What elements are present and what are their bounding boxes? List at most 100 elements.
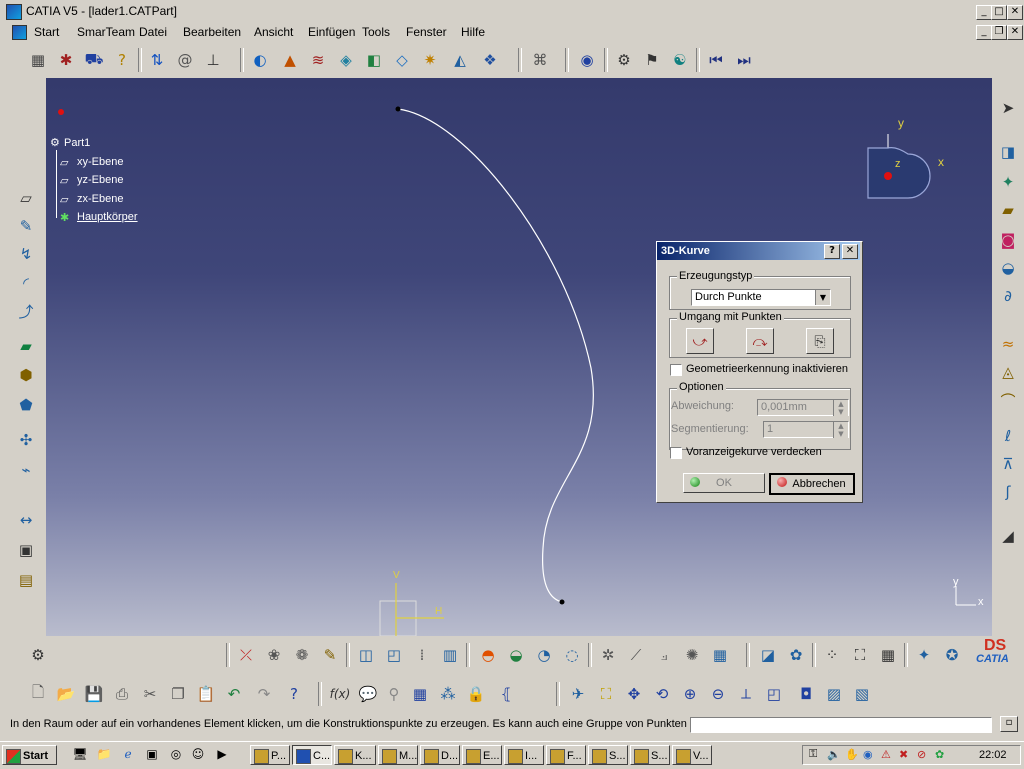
- segmentation-spinner[interactable]: ▲ ▼: [833, 422, 848, 438]
- tray-clock[interactable]: 22:02: [979, 749, 1007, 761]
- view-multi-icon[interactable]: ▥: [438, 643, 462, 667]
- render-style-icon[interactable]: ◘: [794, 682, 818, 706]
- fly-icon[interactable]: ❀: [262, 643, 286, 667]
- save-icon[interactable]: 💾: [82, 682, 106, 706]
- chevron-down-icon[interactable]: ▼: [815, 290, 830, 305]
- fit-all-icon[interactable]: ⛶: [848, 643, 872, 667]
- remove-point-icon[interactable]: ⤼: [746, 328, 774, 354]
- open-folder-icon[interactable]: 📂: [54, 682, 78, 706]
- blend-icon[interactable]: ◧: [362, 48, 386, 72]
- task-s1[interactable]: S...: [588, 745, 628, 765]
- task-d[interactable]: D...: [420, 745, 460, 765]
- corner-icon[interactable]: ⊼: [996, 452, 1020, 476]
- hole-icon[interactable]: ◒: [996, 256, 1020, 280]
- spiral-icon[interactable]: @: [173, 48, 197, 72]
- macro-icon[interactable]: ⦃: [494, 682, 518, 706]
- normal-view-icon[interactable]: ◫: [354, 643, 378, 667]
- deviation-spinner[interactable]: ▲ ▼: [833, 400, 848, 416]
- tree-structure-icon[interactable]: ⁂: [436, 682, 460, 706]
- fillet-icon[interactable]: ≈: [996, 332, 1020, 356]
- curve-end-point[interactable]: [559, 599, 565, 605]
- gear2-icon[interactable]: ✿: [784, 643, 808, 667]
- tree-root[interactable]: Part1: [64, 137, 90, 149]
- task-e[interactable]: E...: [462, 745, 502, 765]
- paint-icon[interactable]: ◢: [996, 524, 1020, 548]
- environment-icon[interactable]: ✪: [940, 643, 964, 667]
- tree-item-xy[interactable]: xy-Ebene: [77, 156, 123, 168]
- offset-icon[interactable]: ◇: [390, 48, 414, 72]
- doc-close-button[interactable]: ✕: [1007, 25, 1023, 40]
- zoom-out-icon[interactable]: ⊖: [706, 682, 730, 706]
- spline-icon[interactable]: ⤴: [14, 299, 38, 323]
- document-icon[interactable]: [12, 25, 27, 40]
- tree-item-yz[interactable]: yz-Ebene: [77, 174, 123, 186]
- hide-show-icon[interactable]: ❁: [290, 643, 314, 667]
- circle-icon[interactable]: ◜: [14, 271, 38, 295]
- fill-icon[interactable]: ◈: [334, 48, 358, 72]
- add-point-icon[interactable]: ⤻: [686, 328, 714, 354]
- curve-start-point[interactable]: [395, 106, 401, 112]
- deviation-field[interactable]: 0,001mm ▲ ▼: [757, 399, 849, 416]
- table-icon[interactable]: ▦: [876, 643, 900, 667]
- analysis-icon[interactable]: ⌘: [528, 48, 552, 72]
- tray-hand-icon[interactable]: ✋: [845, 748, 859, 761]
- extrude-icon[interactable]: ▰: [14, 334, 38, 358]
- sketch-icon[interactable]: ◐: [248, 48, 272, 72]
- comment-icon[interactable]: 💬: [356, 682, 380, 706]
- rule-icon[interactable]: ⚑: [640, 48, 664, 72]
- layers-icon[interactable]: ◪: [756, 643, 780, 667]
- swap-visible-icon[interactable]: ▧: [850, 682, 874, 706]
- inertia-icon[interactable]: ▣: [14, 538, 38, 562]
- lock-icon[interactable]: 🔒: [464, 682, 488, 706]
- chamfer-icon[interactable]: ◬: [996, 360, 1020, 384]
- app-quick3-icon[interactable]: ▶: [212, 744, 232, 764]
- geo-detection-checkbox[interactable]: [670, 364, 682, 376]
- edit-point-icon[interactable]: ⎘: [806, 328, 834, 354]
- sketcher-icon[interactable]: ◨: [996, 140, 1020, 164]
- fit-all-in-icon[interactable]: ⛶: [594, 682, 618, 706]
- body-icon[interactable]: ◉: [575, 48, 599, 72]
- explorer-icon[interactable]: 📁: [94, 744, 114, 764]
- menu-smarteam[interactable]: SmarTeam: [77, 25, 135, 39]
- menu-einfuegen[interactable]: Einfügen: [308, 25, 355, 39]
- swap-icon[interactable]: ✎: [318, 643, 342, 667]
- tray-volume-icon[interactable]: 🔈: [827, 748, 841, 761]
- task-v[interactable]: V...: [672, 745, 712, 765]
- shading-icon[interactable]: ◓: [476, 643, 500, 667]
- catia-app-icon[interactable]: [6, 4, 22, 20]
- knowledge-icon[interactable]: ⚙: [612, 48, 636, 72]
- query-icon[interactable]: ?: [110, 48, 134, 72]
- quick-view-icon[interactable]: ◰: [762, 682, 786, 706]
- tree-item-zx[interactable]: zx-Ebene: [77, 193, 123, 205]
- task-m[interactable]: M...: [378, 745, 418, 765]
- design-table-icon[interactable]: ▦: [408, 682, 432, 706]
- paste-icon[interactable]: 📋: [194, 682, 218, 706]
- doc-minimize-button[interactable]: _: [976, 25, 992, 40]
- constraint-icon[interactable]: ✲: [596, 643, 620, 667]
- grid-icon[interactable]: ▦: [26, 48, 50, 72]
- rotate-icon[interactable]: ⟲: [650, 682, 674, 706]
- dots-grid-icon[interactable]: ⁘: [820, 643, 844, 667]
- axis-system-icon[interactable]: ⊥: [201, 48, 225, 72]
- new-file-icon[interactable]: 🗋: [26, 682, 50, 706]
- tray-alert-icon[interactable]: ✖: [899, 748, 908, 761]
- pocket-icon[interactable]: ▰: [996, 198, 1020, 222]
- normal-to-icon[interactable]: ⟂: [734, 682, 758, 706]
- copy-icon[interactable]: ❐: [166, 682, 190, 706]
- helix-icon[interactable]: ℓ: [996, 424, 1020, 448]
- workbench-icon[interactable]: ⚙: [26, 643, 50, 667]
- menu-hilfe[interactable]: Hilfe: [461, 25, 485, 39]
- formula-icon[interactable]: f(x): [328, 682, 352, 706]
- point-icon[interactable]: ✎: [14, 214, 38, 238]
- shading-hidden-icon[interactable]: ◔: [532, 643, 556, 667]
- menu-tools[interactable]: Tools: [362, 25, 390, 39]
- trim-icon[interactable]: ✣: [14, 428, 38, 452]
- zoom-in-icon[interactable]: ⊕: [678, 682, 702, 706]
- creation-type-select[interactable]: Durch Punkte ▼: [691, 289, 831, 306]
- task-k[interactable]: K...: [334, 745, 376, 765]
- sweep-surface-icon[interactable]: ⬟: [14, 393, 38, 417]
- light-icon[interactable]: ✦: [912, 643, 936, 667]
- tray-gear-icon[interactable]: ✿: [935, 748, 944, 761]
- start-button[interactable]: Start: [2, 745, 57, 765]
- dialog-help-button[interactable]: ?: [824, 244, 840, 259]
